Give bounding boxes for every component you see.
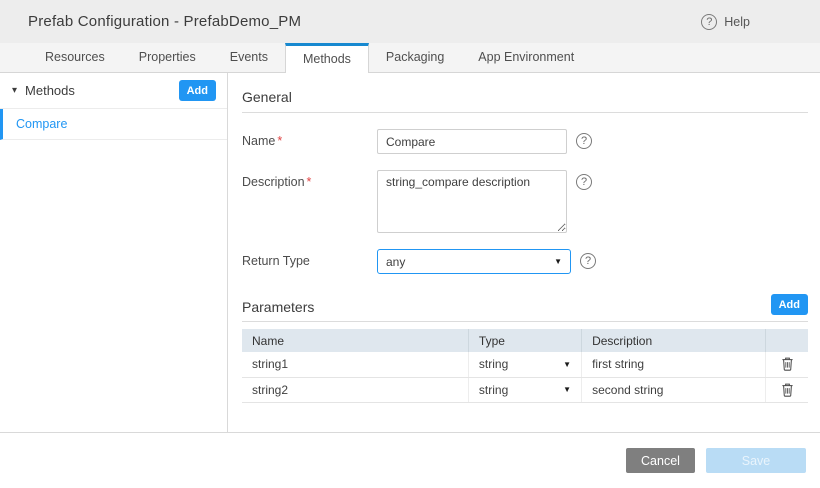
dialog-footer: Cancel Save xyxy=(0,432,820,488)
trash-icon xyxy=(781,382,794,397)
parameter-row: string1 string ▼ first string xyxy=(242,352,808,377)
required-marker: * xyxy=(277,134,282,148)
param-actions-cell xyxy=(766,352,808,377)
method-detail-panel: General Name* ? Description* string_comp… xyxy=(228,73,820,432)
return-type-label: Return Type xyxy=(242,249,377,268)
cancel-button[interactable]: Cancel xyxy=(626,448,695,473)
return-type-field-row: Return Type any ▼ ? xyxy=(242,249,808,274)
name-field-row: Name* ? xyxy=(242,129,808,154)
parameters-section-title: Parameters xyxy=(242,299,314,315)
chevron-down-icon: ▼ xyxy=(554,257,562,266)
parameters-table: Name Type Description string1 string ▼ xyxy=(242,329,808,403)
param-type-cell: string ▼ xyxy=(468,352,581,377)
param-description-cell[interactable]: second string xyxy=(582,377,766,402)
param-description-cell[interactable]: first string xyxy=(582,352,766,377)
trash-icon xyxy=(781,356,794,371)
description-textarea[interactable]: string_compare description xyxy=(377,170,567,233)
sidebar-header: ▾ Methods Add xyxy=(0,73,227,109)
return-type-selected-value: any xyxy=(386,255,405,269)
collapse-icon[interactable]: ▾ xyxy=(12,85,17,96)
column-header-actions xyxy=(766,329,808,352)
return-type-select[interactable]: any ▼ xyxy=(377,249,571,274)
param-type-select[interactable]: string ▼ xyxy=(479,357,571,371)
param-name-cell[interactable]: string1 xyxy=(242,352,468,377)
tab-properties[interactable]: Properties xyxy=(122,43,213,72)
help-label: Help xyxy=(724,15,750,29)
return-type-label-text: Return Type xyxy=(242,254,310,268)
description-help-icon[interactable]: ? xyxy=(576,174,592,190)
help-icon: ? xyxy=(701,14,717,30)
description-label: Description* xyxy=(242,170,377,189)
tab-app-environment[interactable]: App Environment xyxy=(461,43,591,72)
tab-bar: Resources Properties Events Methods Pack… xyxy=(0,43,820,73)
param-type-value: string xyxy=(479,383,508,397)
save-button[interactable]: Save xyxy=(706,448,806,473)
parameters-header: Parameters Add xyxy=(242,294,808,322)
title-bar: Prefab Configuration - PrefabDemo_PM ? H… xyxy=(0,0,820,43)
sidebar-section-title: Methods xyxy=(25,83,75,98)
tab-resources[interactable]: Resources xyxy=(28,43,122,72)
parameters-table-header-row: Name Type Description xyxy=(242,329,808,352)
general-section-title: General xyxy=(242,89,808,113)
name-label-text: Name xyxy=(242,134,275,148)
description-field-row: Description* string_compare description … xyxy=(242,170,808,233)
parameter-row: string2 string ▼ second string xyxy=(242,377,808,402)
help-link[interactable]: ? Help xyxy=(701,14,750,30)
tab-packaging[interactable]: Packaging xyxy=(369,43,461,72)
column-header-description: Description xyxy=(582,329,766,352)
param-actions-cell xyxy=(766,377,808,402)
chevron-down-icon: ▼ xyxy=(563,385,571,394)
main-body: ▾ Methods Add Compare General Name* ? De… xyxy=(0,73,820,432)
name-label: Name* xyxy=(242,129,377,148)
chevron-down-icon: ▼ xyxy=(563,360,571,369)
page-title: Prefab Configuration - PrefabDemo_PM xyxy=(28,13,301,30)
name-input[interactable] xyxy=(377,129,567,154)
add-method-button[interactable]: Add xyxy=(179,80,216,101)
prefab-configuration-window: Prefab Configuration - PrefabDemo_PM ? H… xyxy=(0,0,820,488)
param-type-select[interactable]: string ▼ xyxy=(479,383,571,397)
column-header-name: Name xyxy=(242,329,468,352)
param-type-cell: string ▼ xyxy=(468,377,581,402)
delete-parameter-button[interactable] xyxy=(777,354,798,373)
delete-parameter-button[interactable] xyxy=(777,380,798,399)
return-type-help-icon[interactable]: ? xyxy=(580,253,596,269)
tab-events[interactable]: Events xyxy=(213,43,285,72)
sidebar-item-label: Compare xyxy=(16,117,67,131)
tab-methods[interactable]: Methods xyxy=(285,43,369,72)
methods-sidebar: ▾ Methods Add Compare xyxy=(0,73,228,432)
param-name-cell[interactable]: string2 xyxy=(242,377,468,402)
description-label-text: Description xyxy=(242,175,305,189)
column-header-type: Type xyxy=(468,329,581,352)
param-type-value: string xyxy=(479,357,508,371)
add-parameter-button[interactable]: Add xyxy=(771,294,808,315)
name-help-icon[interactable]: ? xyxy=(576,133,592,149)
sidebar-item-compare[interactable]: Compare xyxy=(0,109,227,140)
required-marker: * xyxy=(307,175,312,189)
